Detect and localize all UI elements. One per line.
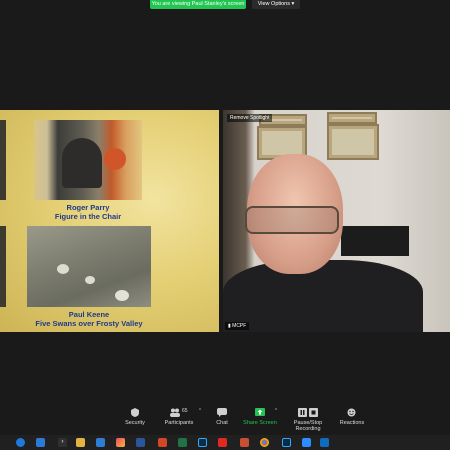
reactions-button[interactable]: Reactions (338, 408, 366, 426)
security-label: Security (125, 420, 145, 426)
painting-title: Five Swans over Frosty Valley (35, 319, 143, 328)
participants-icon: 65 (169, 408, 189, 417)
caption-roger-parry: Roger Parry Figure in the Chair (34, 203, 142, 221)
remove-spotlight-button[interactable]: Remove Spotlight (227, 114, 273, 122)
participant-name: MCPF (232, 323, 247, 329)
edge-icon[interactable] (16, 438, 25, 447)
caption-paul-keene: Paul Keene Five Swans over Frosty Valley (27, 310, 151, 328)
view-options-button[interactable]: View Options ▾ (252, 0, 300, 9)
artist-name: Roger Parry (66, 203, 110, 212)
painting-thumbnail-left-top (0, 120, 6, 200)
participants-button[interactable]: 65 Participants (162, 408, 196, 426)
spotlight-label: Remove Spotlight (230, 115, 270, 121)
shared-screen: Roger Parry Figure in the Chair Paul Kee… (0, 110, 219, 332)
painting-five-swans (27, 226, 151, 307)
acrobat-icon[interactable] (218, 438, 227, 447)
painting-thumbnail-left-bottom (0, 226, 6, 307)
wall-certificate (327, 112, 377, 124)
printer (341, 226, 409, 256)
viewing-screen-banner: You are viewing Paul Stanley's screen (150, 0, 246, 9)
excel-icon[interactable] (178, 438, 187, 447)
participant-count: 65 (181, 408, 188, 414)
chat-label: Chat (216, 420, 228, 426)
mail-icon[interactable] (96, 438, 105, 447)
chevron-down-icon: ▾ (291, 1, 295, 7)
onedrive-icon[interactable] (320, 438, 329, 447)
pause-stop-recording-button[interactable]: Pause/Stop Recording (282, 408, 334, 432)
zoom-icon[interactable] (302, 438, 311, 447)
artist-name: Paul Keene (68, 310, 110, 319)
shield-icon (130, 408, 140, 417)
recording-icon (298, 408, 318, 417)
chrome-icon[interactable] (260, 438, 269, 447)
reactions-icon (347, 408, 357, 417)
chat-button[interactable]: Chat (212, 408, 232, 426)
explorer-icon[interactable] (76, 438, 85, 447)
share-screen-label: Share Screen (243, 420, 277, 426)
chevron-up-icon[interactable]: ^ (196, 408, 204, 414)
signal-icon: ▮ (228, 323, 231, 329)
share-screen-icon (255, 408, 265, 417)
meeting-toolbar: Security 65 Participants ^ Chat Share Sc… (0, 405, 450, 435)
photoshop-icon[interactable] (282, 438, 291, 447)
store-icon[interactable] (36, 438, 45, 447)
recording-label: Pause/Stop Recording (293, 420, 323, 432)
glasses (245, 206, 339, 234)
participant-name-tag: ▮ MCPF (225, 322, 250, 330)
powerpoint-icon[interactable] (158, 438, 167, 447)
security-button[interactable]: Security (122, 408, 148, 426)
windows-taskbar: › (0, 435, 450, 450)
person-body (223, 260, 423, 332)
top-banner: You are viewing Paul Stanley's screen Vi… (0, 0, 450, 10)
terminal-icon[interactable]: › (58, 438, 67, 447)
chevron-up-icon[interactable]: ^ (272, 408, 280, 414)
reactions-label: Reactions (339, 420, 365, 426)
wall-certificate (327, 124, 379, 160)
files-icon[interactable] (240, 438, 249, 447)
view-options-label: View Options (257, 1, 290, 7)
photos-icon[interactable] (116, 438, 125, 447)
painting-figure-in-the-chair (34, 120, 142, 200)
participants-label: Participants (164, 420, 194, 426)
painting-title: Figure in the Chair (54, 212, 122, 221)
chat-icon (217, 408, 227, 417)
lightroom-icon[interactable] (198, 438, 207, 447)
participant-video[interactable]: Remove Spotlight ▮ MCPF (223, 110, 450, 332)
word-icon[interactable] (136, 438, 145, 447)
